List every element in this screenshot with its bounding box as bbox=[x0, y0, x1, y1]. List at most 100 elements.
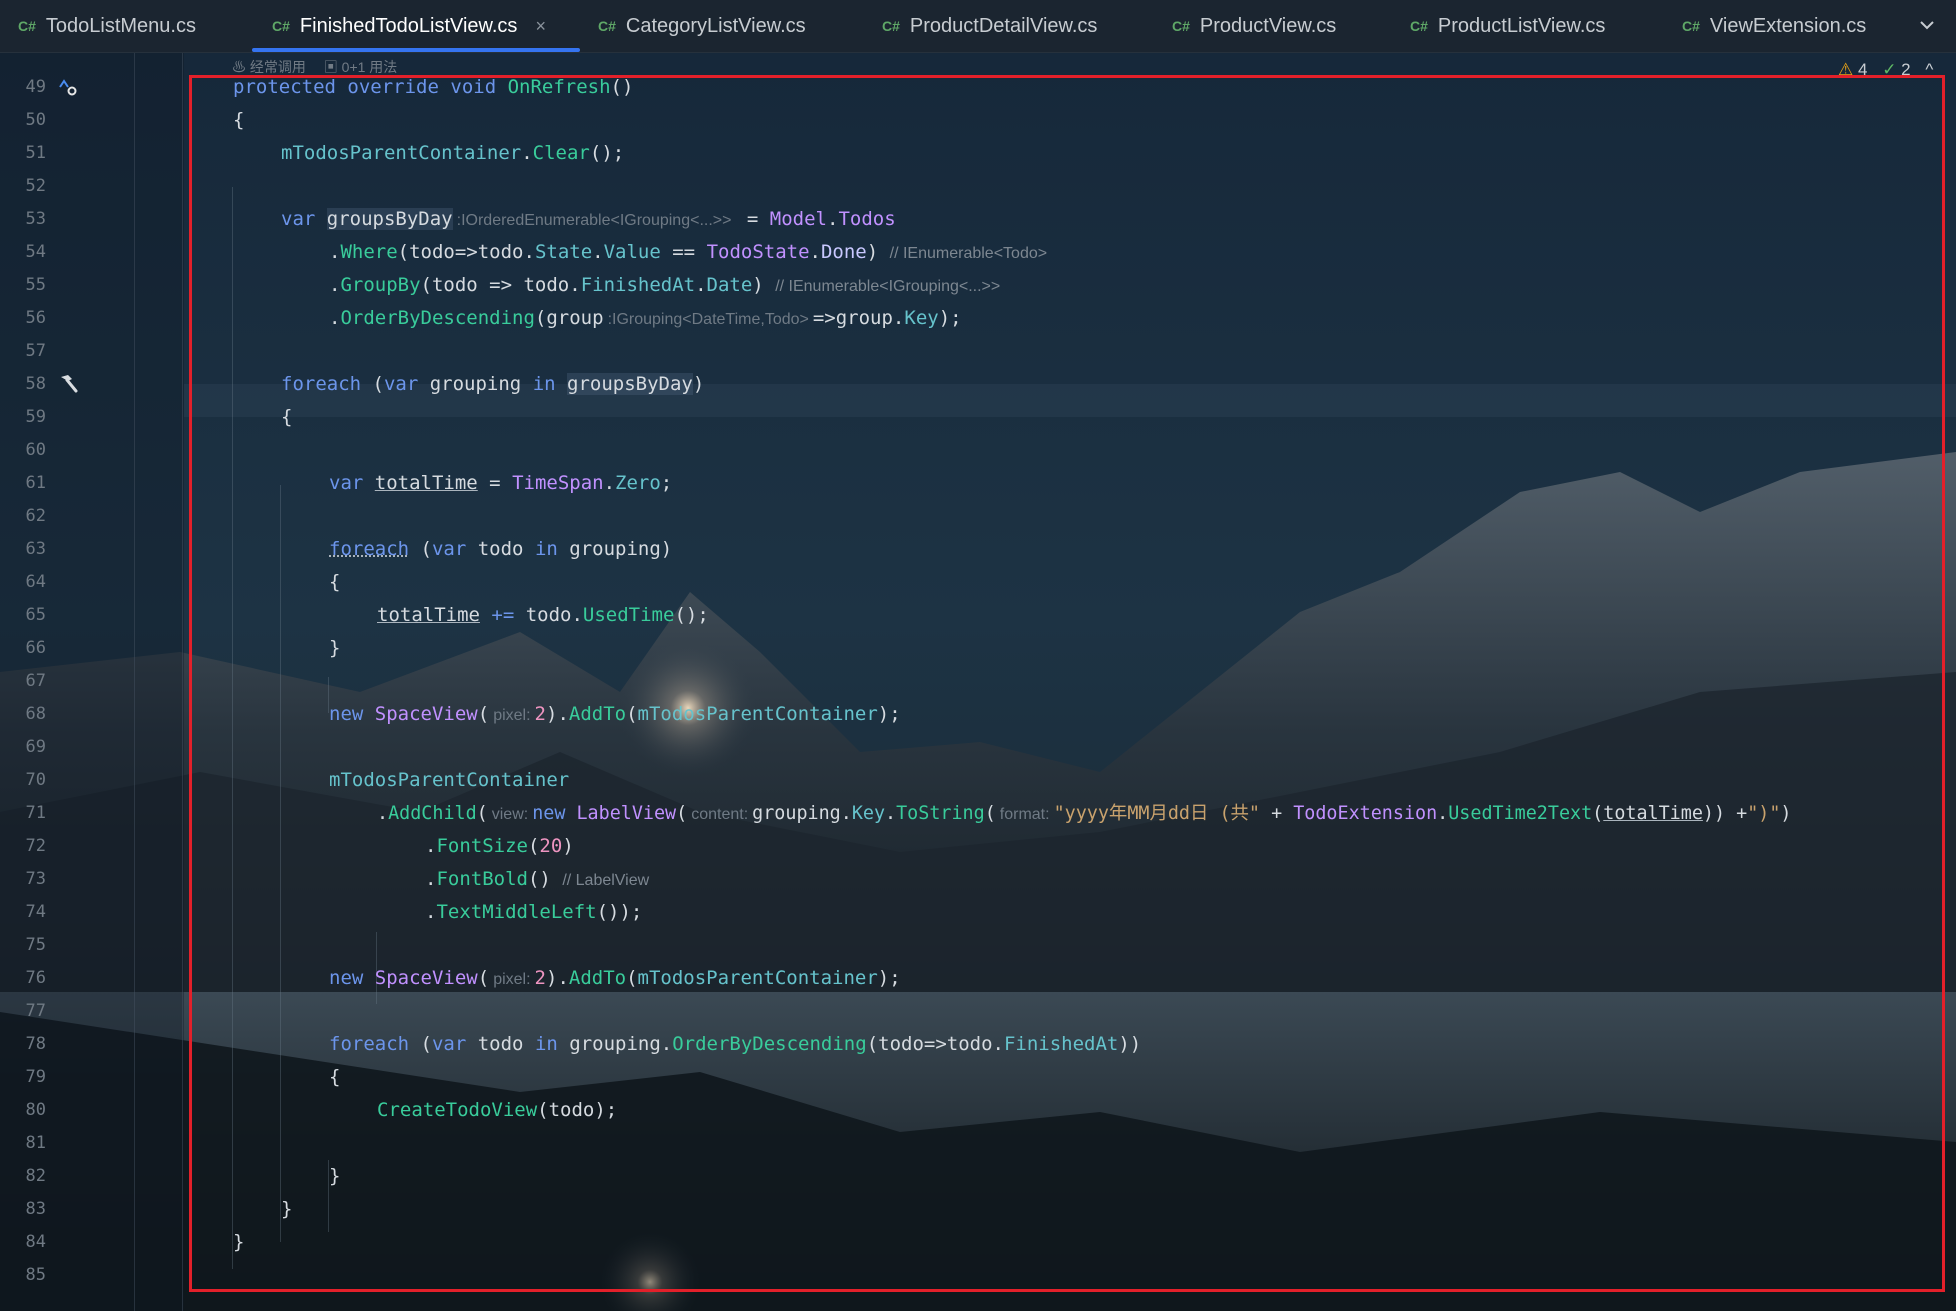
token-punct: ( bbox=[477, 967, 490, 989]
chevron-up-icon[interactable]: ^ bbox=[1925, 60, 1933, 79]
token-keyword: var bbox=[329, 472, 364, 494]
token-enum: Done bbox=[820, 241, 867, 263]
code-line-61[interactable]: var totalTime = TimeSpan.Zero; bbox=[329, 467, 672, 500]
tab-label: ProductView.cs bbox=[1199, 14, 1337, 37]
code-line-78[interactable]: foreach (var todo in grouping.OrderByDes… bbox=[329, 1028, 1141, 1061]
type-hint: :IOrderedEnumerable<IGrouping<...>> bbox=[456, 212, 732, 229]
token-method: AddTo bbox=[568, 967, 627, 989]
code-line-63[interactable]: foreach (var todo in grouping) bbox=[329, 533, 672, 566]
usages-icon: ▣ bbox=[323, 59, 338, 75]
token-method: OrderByDescending bbox=[672, 1033, 867, 1055]
token-string: ")" bbox=[1747, 803, 1781, 824]
tab-label: ProductDetailView.cs bbox=[909, 14, 1098, 37]
token-method: AddTo bbox=[568, 703, 627, 725]
flame-icon: ♨ bbox=[232, 59, 246, 75]
code-vision-usages[interactable]: ♨ 经常调用 ▣ 0+1 用法 bbox=[232, 56, 397, 78]
code-line-73[interactable]: .FontBold() // LabelView bbox=[425, 863, 649, 896]
code-line-50[interactable]: { bbox=[233, 104, 244, 137]
token-punct: (); bbox=[674, 604, 709, 626]
param-hint: pixel: bbox=[493, 971, 531, 988]
code-line-79[interactable]: { bbox=[329, 1061, 340, 1094]
code-line-66[interactable]: } bbox=[329, 632, 340, 665]
token-property: Todos bbox=[838, 208, 896, 230]
code-line-70[interactable]: mTodosParentContainer bbox=[329, 764, 569, 797]
code-line-68[interactable]: new SpaceView(pixel: 2).AddTo(mTodosParen… bbox=[329, 698, 901, 731]
indent-guide bbox=[280, 485, 281, 1242]
token-type: LabelView bbox=[576, 803, 677, 824]
code-line-56[interactable]: .OrderByDescending(group:IGrouping<DateT… bbox=[329, 302, 962, 335]
token-keyword: new bbox=[329, 703, 364, 725]
inspection-widget[interactable]: ⚠ 4 ✓ 2 ^ bbox=[1838, 60, 1933, 80]
token-punct: ) bbox=[562, 835, 574, 857]
token-text: =>group. bbox=[812, 307, 905, 329]
code-line-80[interactable]: CreateTodoView(todo); bbox=[377, 1094, 617, 1127]
code-line-84[interactable]: } bbox=[233, 1226, 244, 1259]
token-text: (group bbox=[534, 307, 604, 329]
token-method: AddChild bbox=[388, 803, 477, 824]
tab-viewextension[interactable]: C# ViewExtension.cs bbox=[1682, 0, 1866, 52]
code-line-76[interactable]: new SpaceView(pixel: 2).AddTo(mTodosParen… bbox=[329, 962, 901, 995]
token-method: Where bbox=[340, 241, 398, 263]
frequent-calls-label: 经常调用 bbox=[249, 59, 306, 75]
code-line-59[interactable]: { bbox=[281, 401, 292, 434]
code-line-58[interactable]: foreach (var grouping in groupsByDay) bbox=[281, 368, 704, 401]
token-punct: ); bbox=[938, 307, 962, 329]
tab-label: CategoryListView.cs bbox=[625, 14, 806, 37]
token-method: FontBold bbox=[436, 868, 528, 890]
token-punct: )) + bbox=[1702, 803, 1748, 824]
token-punct: ( bbox=[477, 703, 490, 725]
code-line-82[interactable]: } bbox=[329, 1160, 340, 1193]
token-punct: . bbox=[592, 241, 604, 263]
code-line-71[interactable]: .AddChild(view: new LabelView(content: gro… bbox=[377, 797, 1792, 830]
token-text: todo. bbox=[525, 604, 583, 626]
close-icon[interactable]: × bbox=[535, 16, 546, 37]
token-punct: ( bbox=[984, 803, 996, 824]
usages-label: 0+1 用法 bbox=[341, 59, 398, 75]
token-punct: ( bbox=[409, 538, 432, 560]
token-punct: . bbox=[521, 142, 533, 164]
token-punct: . bbox=[1437, 803, 1449, 824]
tab-todolistmenu[interactable]: C# TodoListMenu.cs bbox=[18, 0, 196, 52]
code-line-51[interactable]: mTodosParentContainer.Clear(); bbox=[281, 137, 624, 170]
csharp-file-icon: C# bbox=[1410, 18, 1428, 34]
token-type: SpaceView bbox=[374, 967, 478, 989]
tab-productview[interactable]: C# ProductView.cs bbox=[1172, 0, 1336, 52]
code-line-65[interactable]: totalTime += todo.UsedTime(); bbox=[377, 599, 709, 632]
csharp-file-icon: C# bbox=[1682, 18, 1700, 34]
token-variable: totalTime bbox=[377, 604, 480, 626]
token-string: "yyyy年MM月dd日 (共" bbox=[1053, 803, 1260, 824]
token-keyword: in bbox=[534, 1033, 558, 1055]
tab-productdetailview[interactable]: C# ProductDetailView.cs bbox=[882, 0, 1097, 52]
ide-window: C# TodoListMenu.cs C# FinishedTodoListVi… bbox=[0, 0, 1956, 1311]
csharp-file-icon: C# bbox=[18, 18, 36, 34]
code-line-54[interactable]: .Where(todo=>todo.State.Value == TodoSta… bbox=[329, 236, 1047, 269]
token-punct: . bbox=[603, 472, 616, 494]
token-type: SpaceView bbox=[374, 703, 478, 725]
token-punct: ( bbox=[676, 803, 688, 824]
tab-productlistview[interactable]: C# ProductListView.cs bbox=[1410, 0, 1605, 52]
code-line-74[interactable]: .TextMiddleLeft()); bbox=[425, 896, 642, 929]
token-method: GroupBy bbox=[340, 274, 421, 296]
type-hint: :IGrouping<DateTime,Todo> bbox=[607, 311, 809, 328]
code-line-64[interactable]: { bbox=[329, 566, 340, 599]
chain-hint: // IEnumerable<IGrouping<...>> bbox=[775, 278, 1001, 295]
csharp-file-icon: C# bbox=[272, 18, 290, 34]
warning-count: 4 bbox=[1857, 60, 1868, 79]
method-name: OnRefresh bbox=[507, 76, 611, 98]
token-punct: ( bbox=[626, 967, 638, 989]
token-punct: ( bbox=[626, 703, 638, 725]
code-editor[interactable]: protected override void OnRefresh() { mT… bbox=[0, 52, 1956, 1311]
code-line-55[interactable]: .GroupBy(todo => todo.FinishedAt.Date) /… bbox=[329, 269, 1000, 302]
token-text: (todo=>todo. bbox=[866, 1033, 1004, 1055]
code-line-83[interactable]: } bbox=[281, 1193, 292, 1226]
token-type: TodoState bbox=[706, 241, 810, 263]
code-line-53[interactable]: var groupsByDay:IOrderedEnumerable<IGrou… bbox=[281, 203, 896, 236]
code-line-72[interactable]: .FontSize(20) bbox=[425, 830, 574, 863]
tab-label: TodoListMenu.cs bbox=[45, 14, 196, 37]
token-punct: ( bbox=[1592, 803, 1604, 824]
token-punct: ()); bbox=[596, 901, 643, 923]
tab-categorylistview[interactable]: C# CategoryListView.cs bbox=[598, 0, 806, 52]
tab-finishedtodolistview[interactable]: C# FinishedTodoListView.cs × bbox=[272, 0, 546, 52]
chevron-down-icon[interactable] bbox=[1912, 10, 1942, 40]
token-text: (todo); bbox=[537, 1099, 618, 1121]
